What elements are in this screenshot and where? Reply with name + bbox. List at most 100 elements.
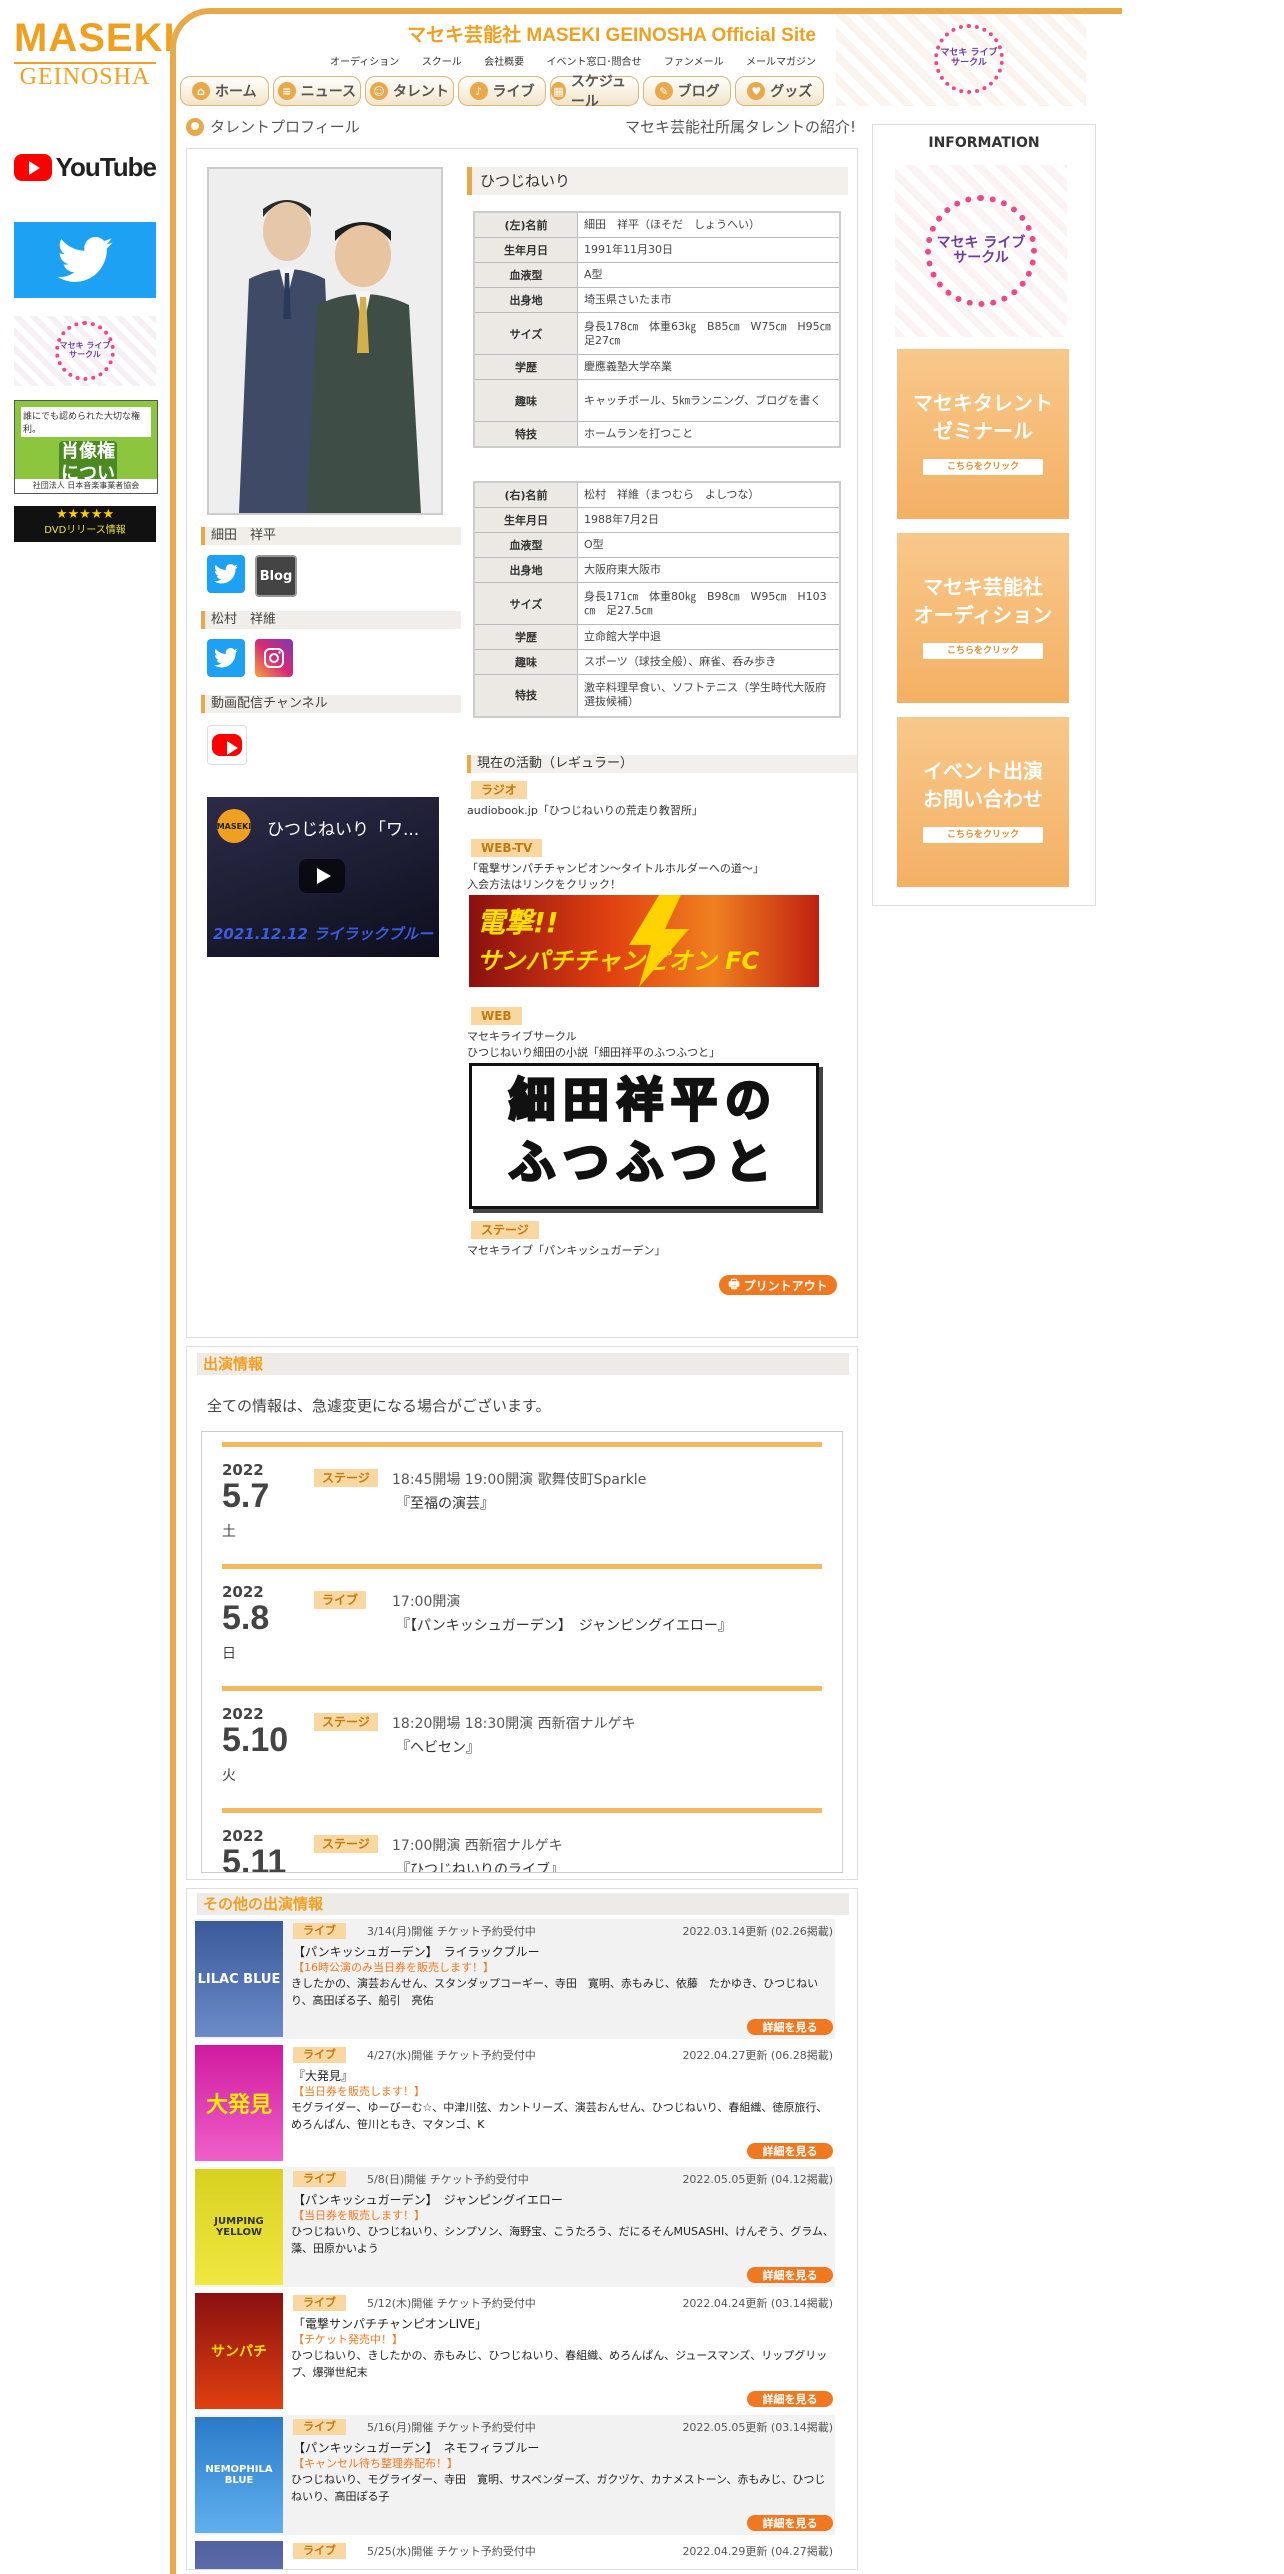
top-link-company[interactable]: 会社概要 [484, 53, 524, 68]
top-link-event[interactable]: イベント窓口･問合せ [546, 53, 641, 68]
nav-schedule[interactable]: ▦ スケジュール [550, 74, 639, 110]
event-contact-banner[interactable]: イベント出演 お問い合わせ こちらをクリック [897, 717, 1069, 887]
schedule-list[interactable]: 2022 5.7 土 ステージ 18:45開場 19:00開演 歌舞伎町Spar… [201, 1431, 843, 1873]
portrait-rights-banner[interactable]: 誰にでも認められた大切な権利。 肖像権について 考えよう! 社団法人 日本音楽事… [14, 400, 158, 494]
nav-goods[interactable]: ♥ グッズ [735, 76, 825, 106]
other-date: 5/25(水)開催 チケット予約受付中 [367, 2545, 536, 2558]
video-embed[interactable]: MASEKI ひつじねいり「ワ... 2021.12.12 ライラックブルー [207, 797, 439, 957]
detail-button[interactable]: 詳細を見る [747, 2267, 833, 2283]
other-title[interactable]: 「電撃サンパチチャンピオンLIVE」 [293, 2315, 487, 2332]
member1-twitter-button[interactable] [207, 555, 245, 593]
schedule-item[interactable]: 2022 5.8 日 ライブ 17:00開演 『【パンキッシュガーデン】 ジャン… [222, 1564, 822, 1669]
web-line1[interactable]: マセキライブサークル [467, 1029, 847, 1045]
event-title[interactable]: 『至福の演芸』 [396, 1493, 494, 1513]
talent-name: ひつじねいり [467, 167, 848, 195]
seminar-banner[interactable]: マセキタレント ゼミナール こちらをクリック [897, 349, 1069, 519]
other-tag: ライブ [293, 2295, 346, 2311]
detail-button[interactable]: 詳細を見る [747, 2019, 833, 2035]
twitter-banner[interactable] [14, 222, 156, 298]
maseki-logo[interactable]: MASEKI GEINOSHA [14, 16, 175, 100]
profile-value: ホームランを打つこと [577, 421, 841, 448]
other-thumb[interactable] [195, 2541, 283, 2569]
other-thumb[interactable]: サンパチ [195, 2293, 283, 2409]
other-item[interactable]: サンパチ ライブ 5/12(木)開催 チケット予約受付中 2022.04.24更… [195, 2291, 835, 2411]
event-tag: ステージ [314, 1835, 378, 1853]
top-links: オーディション スクール 会社概要 イベント窓口･問合せ ファンメール メールマ… [330, 53, 816, 68]
dvd-release-banner[interactable]: ★★★★★ DVDリリース情報 [14, 506, 156, 542]
event-title[interactable]: 『ひつじねいりのライブ』 [396, 1859, 564, 1872]
other-thumb[interactable]: 大発見 [195, 2045, 283, 2161]
webtv-banner[interactable]: 電撃!! サンパチチャンピオン FC [469, 895, 819, 987]
page-title-label: タレントプロフィール [210, 118, 360, 136]
novel-banner-line1: 細田祥平の [508, 1072, 779, 1129]
header-live-circle[interactable]: マセキ ライブ サークル [836, 14, 1086, 106]
nav-schedule-label: スケジュール [570, 74, 626, 110]
radio-tag: ラジオ [471, 781, 527, 799]
other-thumb[interactable]: NEMOPHILA BLUE [195, 2417, 283, 2533]
nav-live[interactable]: ♪ ライブ [457, 76, 547, 106]
nav-talent[interactable]: ☺ タレント [365, 76, 454, 106]
other-title[interactable]: 『大発見』 [293, 2067, 353, 2084]
other-updated: 2022.04.24更新 (03.14掲載) [682, 2297, 833, 2310]
event-weekday: 火 [222, 1768, 236, 1784]
detail-label: 詳細を見る [762, 2145, 818, 2158]
schedule-icon: ▦ [551, 82, 566, 100]
top-link-school[interactable]: スクール [422, 53, 462, 68]
nav-home[interactable]: ⌂ ホーム [180, 76, 269, 106]
profile-key: 生年月日 [473, 507, 578, 533]
schedule-item[interactable]: 2022 5.11 ステージ 17:00開演 西新宿ナルゲキ 『ひつじねいりのラ… [222, 1808, 822, 1873]
radio-text[interactable]: audiobook.jp「ひつじねいりの荒走り教習所」 [467, 803, 847, 819]
novel-banner[interactable]: 細田祥平の ふつふつと [469, 1063, 819, 1209]
member2-twitter-button[interactable] [207, 639, 245, 677]
nav-blog[interactable]: ✎ ブログ [642, 76, 732, 106]
webtv-line1[interactable]: 「電撃サンパチチャンピオン～タイトルホルダーへの道～」 [467, 861, 847, 877]
dvd-label: DVDリリース情報 [44, 525, 126, 536]
detail-button[interactable]: 詳細を見る [747, 2143, 833, 2159]
stage-text[interactable]: マセキライブ「パンキッシュガーデン」 [467, 1243, 847, 1259]
other-title[interactable]: 【パンキッシュガーデン】 ネモフィラブルー [293, 2439, 539, 2456]
other-title[interactable]: 【パンキッシュガーデン】 ライラックブルー [293, 1943, 540, 1960]
schedule-item[interactable]: 2022 5.7 土 ステージ 18:45開場 19:00開演 歌舞伎町Spar… [222, 1442, 822, 1547]
other-updated: 2022.03.14更新 (02.26掲載) [682, 1925, 833, 1938]
other-item[interactable]: JUMPING YELLOW ライブ 5/8(日)開催 チケット予約受付中 20… [195, 2167, 835, 2287]
web-line2[interactable]: ひつじねいり細田の小説「細田祥平のふつふつと」 [467, 1045, 847, 1061]
other-title[interactable]: 【パンキッシュガーデン】 ジャンピングイエロー [293, 2191, 563, 2208]
home-icon: ⌂ [191, 82, 210, 100]
profile-key: 特技 [473, 421, 578, 448]
print-button[interactable]: 🖶 プリントアウト [719, 1275, 837, 1295]
other-item[interactable]: LILAC BLUE ライブ 3/14(月)開催 チケット予約受付中 2022.… [195, 1919, 835, 2039]
youtube-banner[interactable]: YouTube [14, 138, 157, 196]
talent-photo [207, 167, 443, 515]
schedule-item[interactable]: 2022 5.10 火 ステージ 18:20開場 18:30開演 西新宿ナルゲキ… [222, 1686, 822, 1791]
top-link-audition[interactable]: オーディション [330, 53, 399, 68]
event-day: 5.11 [222, 1843, 287, 1873]
instagram-icon [264, 648, 284, 668]
detail-button[interactable]: 詳細を見る [747, 2391, 833, 2407]
other-item[interactable]: 大発見 ライブ 4/27(水)開催 チケット予約受付中 2022.04.27更新… [195, 2043, 835, 2163]
other-thumb[interactable]: LILAC BLUE [195, 1921, 283, 2037]
detail-button[interactable]: 詳細を見る [747, 2515, 833, 2531]
information-panel: INFORMATION マセキ ライブ サークル マセキタレント ゼミナール こ… [872, 124, 1096, 906]
other-tag: ライブ [293, 2171, 346, 2187]
event-title[interactable]: 『【パンキッシュガーデン】 ジャンピングイエロー』 [396, 1615, 732, 1635]
member1-blog-button[interactable]: Blog [255, 555, 297, 597]
play-button[interactable] [299, 859, 345, 893]
event-title[interactable]: 『ヘビセン』 [396, 1737, 480, 1757]
info-live-circle[interactable]: マセキ ライブ サークル [895, 165, 1067, 337]
member2-profile-table: (右)名前 松村 祥維（まつむら よしつな） 生年月日 1988年7月2日 血液型 O… [473, 481, 841, 718]
profile-key: 血液型 [473, 262, 578, 288]
top-link-mailmag[interactable]: メールマガジン [746, 53, 816, 68]
live-circle-banner[interactable]: マセキ ライブ サークル [14, 316, 156, 386]
youtube-channel-button[interactable] [207, 725, 247, 765]
other-date: 5/16(月)開催 チケット予約受付中 [367, 2421, 536, 2434]
audition-banner[interactable]: マセキ芸能社 オーディション こちらをクリック [897, 533, 1069, 703]
event-day: 5.10 [222, 1721, 289, 1759]
event-time: 17:00開演 [392, 1594, 461, 1610]
nav-news[interactable]: ≡ ニュース [272, 76, 362, 106]
member2-instagram-button[interactable] [255, 639, 293, 677]
blog-label: Blog [259, 568, 293, 584]
other-item[interactable]: ライブ 5/25(水)開催 チケット予約受付中 2022.04.29更新 (04… [195, 2539, 835, 2569]
other-item[interactable]: NEMOPHILA BLUE ライブ 5/16(月)開催 チケット予約受付中 2… [195, 2415, 835, 2535]
other-thumb[interactable]: JUMPING YELLOW [195, 2169, 283, 2285]
top-link-fanmail[interactable]: ファンメール [664, 53, 724, 68]
